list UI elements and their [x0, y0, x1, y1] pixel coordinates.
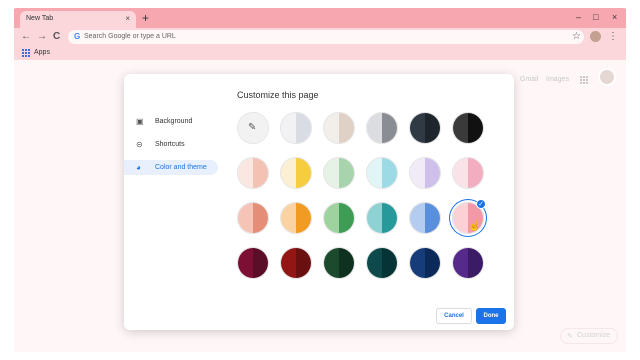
toolbar: ← → C G Search Google or type a URL ☆ ⋮: [14, 28, 626, 46]
cancel-button[interactable]: Cancel: [436, 308, 472, 324]
close-window-button[interactable]: ×: [612, 11, 617, 23]
sidebar-item-shortcuts[interactable]: ⊝ Shortcuts: [124, 137, 218, 152]
tab-title: New Tab: [26, 15, 54, 22]
customize-dialog: Customize this page ▣ Background ⊝ Shortcut…: [124, 74, 514, 330]
color-swatch[interactable]: [237, 247, 269, 279]
profile-avatar[interactable]: [590, 31, 601, 42]
apps-bookmark-label[interactable]: Apps: [34, 49, 50, 56]
link-icon: ⊝: [136, 140, 143, 149]
done-button[interactable]: Done: [476, 308, 506, 324]
color-swatch[interactable]: [323, 202, 355, 234]
sidebar-item-label: Shortcuts: [155, 141, 185, 148]
color-swatch[interactable]: [366, 157, 398, 189]
bookmarks-bar: Apps: [14, 46, 626, 60]
omnibox[interactable]: G Search Google or type a URL: [68, 30, 584, 44]
omnibox-placeholder: Search Google or type a URL: [84, 33, 176, 40]
color-swatch[interactable]: [280, 157, 312, 189]
back-arrow-icon[interactable]: ←: [21, 31, 31, 43]
menu-dots-icon[interactable]: ⋮: [608, 30, 618, 43]
color-swatch[interactable]: [366, 247, 398, 279]
color-swatch[interactable]: [452, 157, 484, 189]
color-swatch[interactable]: [366, 112, 398, 144]
check-icon: ✓: [476, 199, 486, 209]
color-swatch[interactable]: [366, 202, 398, 234]
color-swatch[interactable]: [280, 112, 312, 144]
minimize-button[interactable]: –: [576, 11, 581, 23]
tab-bar: New Tab × + – □ ×: [14, 8, 626, 28]
image-icon: ▣: [136, 117, 144, 126]
palette-icon: ◕: [136, 163, 141, 172]
color-swatch[interactable]: [409, 247, 441, 279]
color-swatch[interactable]: [323, 247, 355, 279]
color-swatch[interactable]: [323, 112, 355, 144]
color-swatch[interactable]: [323, 157, 355, 189]
color-swatch[interactable]: [409, 157, 441, 189]
color-swatch[interactable]: [409, 112, 441, 144]
color-swatch[interactable]: [237, 202, 269, 234]
pencil-icon: ✎: [248, 122, 257, 133]
tab-new-tab[interactable]: New Tab ×: [20, 11, 136, 28]
new-tab-button[interactable]: +: [142, 11, 149, 25]
apps-grid-icon[interactable]: [22, 49, 30, 57]
color-swatch[interactable]: [237, 157, 269, 189]
hand-cursor-icon: ☝: [468, 221, 481, 232]
google-g-icon: G: [74, 32, 81, 41]
custom-color-swatch[interactable]: ✎: [237, 112, 269, 144]
color-swatch[interactable]: [409, 202, 441, 234]
dialog-title: Customize this page: [237, 90, 319, 100]
reload-icon[interactable]: C: [53, 31, 60, 43]
sidebar-item-label: Background: [155, 118, 193, 125]
maximize-button[interactable]: □: [593, 11, 598, 23]
color-swatch[interactable]: [280, 247, 312, 279]
color-swatch[interactable]: [452, 247, 484, 279]
color-swatch[interactable]: [280, 202, 312, 234]
sidebar-item-label: Color and theme: [155, 164, 207, 171]
tab-close-icon[interactable]: ×: [125, 14, 130, 24]
color-swatch[interactable]: [452, 112, 484, 144]
sidebar-item-background[interactable]: ▣ Background: [124, 114, 218, 129]
sidebar-item-color-and-theme[interactable]: ◕ Color and theme: [124, 160, 218, 175]
bookmark-star-icon[interactable]: ☆: [572, 30, 581, 43]
forward-arrow-icon[interactable]: →: [37, 31, 47, 43]
